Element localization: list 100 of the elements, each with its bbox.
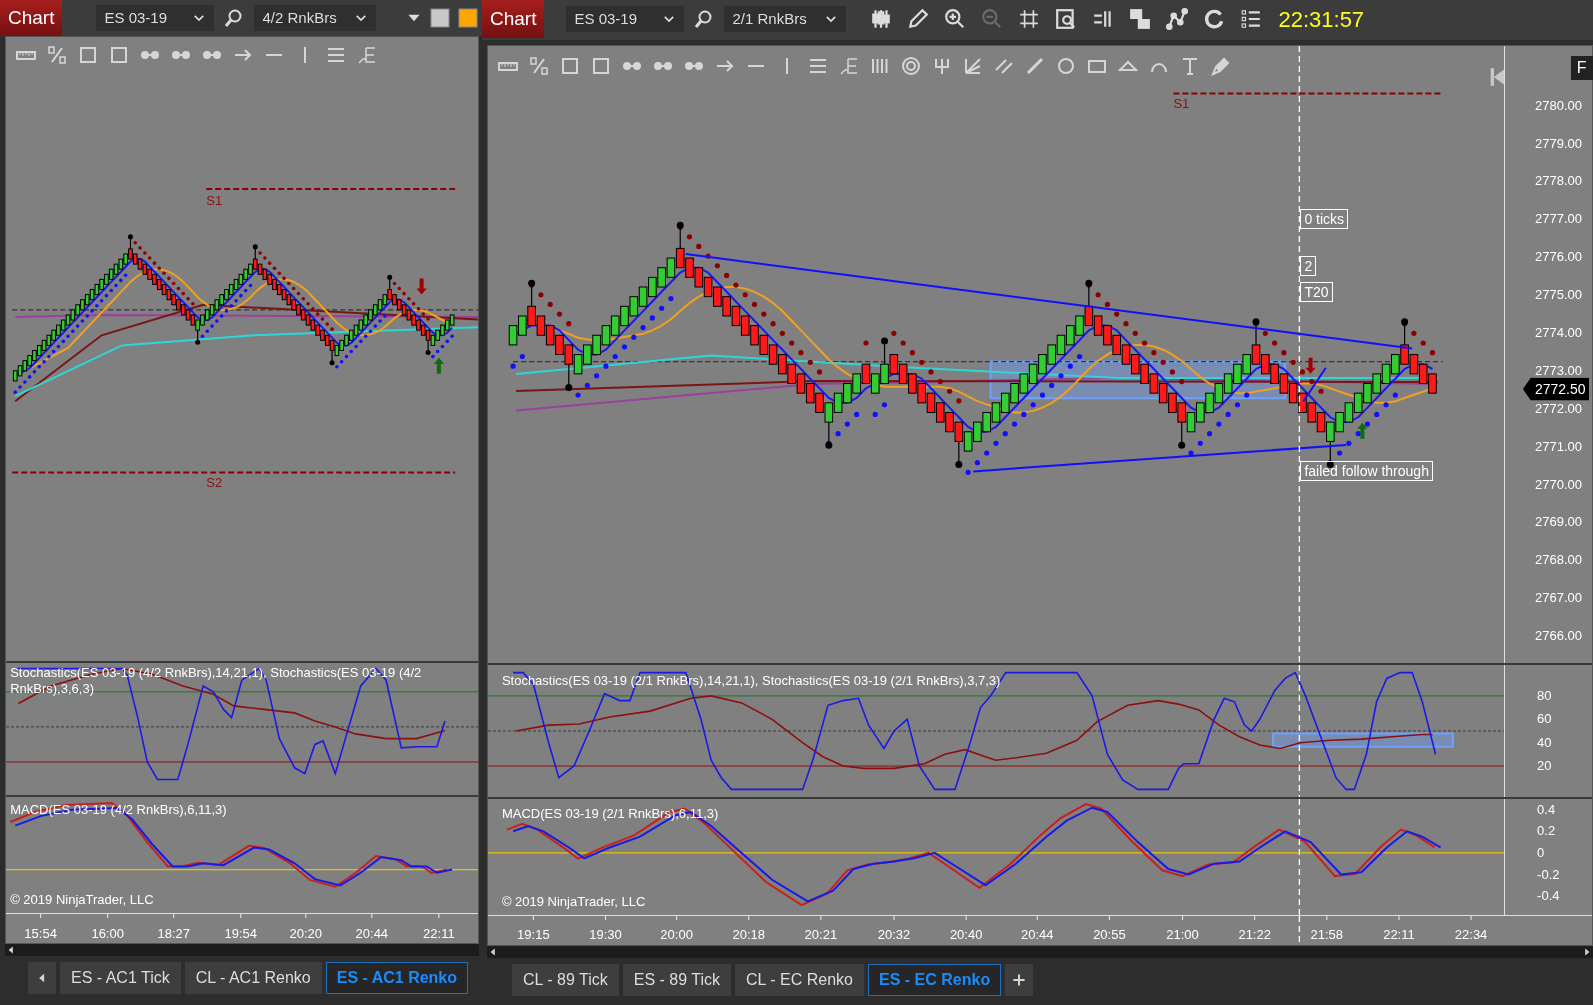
- time-axis-label: 21:00: [1166, 925, 1199, 944]
- time-axis-label: 19:54: [224, 924, 258, 943]
- squares-icon[interactable]: [1129, 8, 1152, 30]
- price-axis-label: 2776.00: [1535, 248, 1583, 267]
- zoom-out-icon[interactable]: [981, 8, 1004, 30]
- price-axis-label: 2767.00: [1535, 589, 1583, 608]
- panel-button[interactable]: F: [1570, 55, 1593, 80]
- vertical-lines-icon[interactable]: [870, 56, 890, 76]
- stochastics-axis-label: 40: [1537, 733, 1552, 752]
- target-icon[interactable]: [901, 56, 921, 76]
- chart-menu-button[interactable]: Chart: [0, 0, 63, 36]
- level-label: S2: [206, 474, 223, 493]
- price-axis-label: 2770.00: [1535, 475, 1583, 494]
- diagonal-line-icon[interactable]: [1025, 56, 1045, 76]
- time-axis-label: 16:00: [91, 924, 124, 943]
- tick-mark: [1108, 916, 1110, 921]
- chart-annotation: 0 ticks: [1300, 209, 1349, 230]
- fibonacci-icon[interactable]: [357, 45, 377, 65]
- price-axis-label: 2780.00: [1535, 96, 1583, 115]
- instrument-dropdown[interactable]: ES 03-19: [566, 6, 685, 32]
- time-axis-label: 22:34: [1454, 925, 1488, 944]
- tick-mark: [438, 914, 440, 919]
- time-axis-label: 18:27: [157, 924, 190, 943]
- tab[interactable]: ES - EC Renko: [868, 964, 1002, 996]
- add-tab-button[interactable]: [1005, 964, 1034, 996]
- tick-mark: [965, 916, 967, 921]
- trend-line: [1302, 366, 1327, 403]
- lines-icon[interactable]: [808, 56, 828, 76]
- chart-annotation: T20: [1300, 282, 1333, 303]
- square-icon[interactable]: [78, 45, 98, 65]
- tick-mark: [820, 916, 822, 921]
- tab[interactable]: ES - AC1 Renko: [325, 962, 469, 994]
- text-tool-icon[interactable]: [1180, 56, 1200, 76]
- time-axis-label: 19:15: [517, 925, 550, 944]
- chart-annotation: failed follow through: [1300, 461, 1433, 482]
- refresh-icon[interactable]: [1203, 8, 1226, 30]
- price-axis-label: 2772.00: [1535, 400, 1583, 418]
- chart-menu-button[interactable]: Chart: [482, 0, 545, 38]
- zoom-in-icon[interactable]: [944, 8, 967, 30]
- price-axis-label: 2769.00: [1535, 513, 1583, 532]
- tab[interactable]: CL - EC Renko: [735, 964, 864, 996]
- time-axis-label: 19:30: [589, 925, 622, 944]
- tick-mark: [1182, 916, 1184, 921]
- time-axis-label: 15:54: [24, 924, 57, 943]
- tab[interactable]: ES - AC1 Tick: [60, 962, 181, 994]
- pitchfork-icon[interactable]: [932, 56, 952, 76]
- clock-text: 22:31:57: [1278, 5, 1365, 34]
- stochastics-axis-label: 60: [1537, 710, 1552, 729]
- instrument-dropdown[interactable]: ES 03-19: [96, 5, 215, 31]
- tick-mark: [305, 914, 307, 919]
- tick-mark: [1470, 916, 1472, 921]
- bar-type-dropdown[interactable]: 4/2 RnkBrs: [254, 5, 377, 31]
- fan-icon[interactable]: [963, 56, 983, 76]
- slash-icon[interactable]: [529, 56, 549, 76]
- swatch-icon[interactable]: [458, 8, 478, 28]
- level-label: S1: [206, 192, 223, 210]
- bar-type-dropdown[interactable]: 2/1 RnkBrs: [724, 6, 847, 32]
- swatch-icon[interactable]: [430, 8, 450, 28]
- tick-mark: [40, 914, 42, 919]
- square-icon[interactable]: [560, 56, 580, 76]
- tick-mark: [173, 914, 175, 919]
- stochastics-axis-label: 20: [1537, 757, 1552, 776]
- tick-mark: [1326, 916, 1328, 921]
- parallel-lines-icon[interactable]: [994, 56, 1014, 76]
- slash-icon[interactable]: [47, 45, 67, 65]
- list-icon[interactable]: [1240, 8, 1263, 30]
- square-icon[interactable]: [109, 45, 129, 65]
- time-axis-label: 21:22: [1238, 925, 1271, 944]
- price-axis-label: 2771.00: [1535, 437, 1583, 456]
- tick-mark: [893, 916, 895, 921]
- copyright-text: © 2019 NinjaTrader, LLC: [10, 890, 154, 909]
- tick-mark: [240, 914, 242, 919]
- price-axis-label: 2779.00: [1535, 134, 1583, 153]
- macd-axis-label: 0: [1537, 844, 1545, 863]
- square-icon[interactable]: [591, 56, 611, 76]
- time-axis-label: 20:44: [1021, 925, 1054, 944]
- fibonacci-icon[interactable]: [839, 56, 859, 76]
- tick-mark: [1036, 916, 1038, 921]
- price-axis-label: 2775.00: [1535, 286, 1583, 305]
- lines-icon[interactable]: [326, 45, 346, 65]
- grid-icon[interactable]: [1018, 8, 1041, 30]
- tab[interactable]: CL - 89 Tick: [512, 964, 619, 996]
- tick-mark: [676, 916, 678, 921]
- tab[interactable]: ES - 89 Tick: [622, 964, 731, 996]
- candlestick-icon[interactable]: [870, 8, 893, 30]
- time-axis-label: 20:18: [732, 925, 765, 944]
- time-axis-label: 20:00: [660, 925, 693, 944]
- circle-icon[interactable]: [1056, 56, 1076, 76]
- tab[interactable]: CL - AC1 Renko: [184, 962, 322, 994]
- tick-mark: [532, 916, 534, 921]
- time-axis-label: 20:32: [877, 925, 911, 944]
- connected-points-icon[interactable]: [1166, 8, 1189, 30]
- scroll-left-button[interactable]: [28, 962, 56, 994]
- marker-icon[interactable]: [1211, 56, 1231, 76]
- time-axis-label: 20:21: [804, 925, 838, 944]
- document-search-icon[interactable]: [1055, 8, 1078, 30]
- macd-axis-label: -0.4: [1537, 887, 1560, 906]
- tick-mark: [1398, 916, 1400, 921]
- tick-mark: [107, 914, 109, 919]
- pencil-icon[interactable]: [907, 8, 930, 30]
